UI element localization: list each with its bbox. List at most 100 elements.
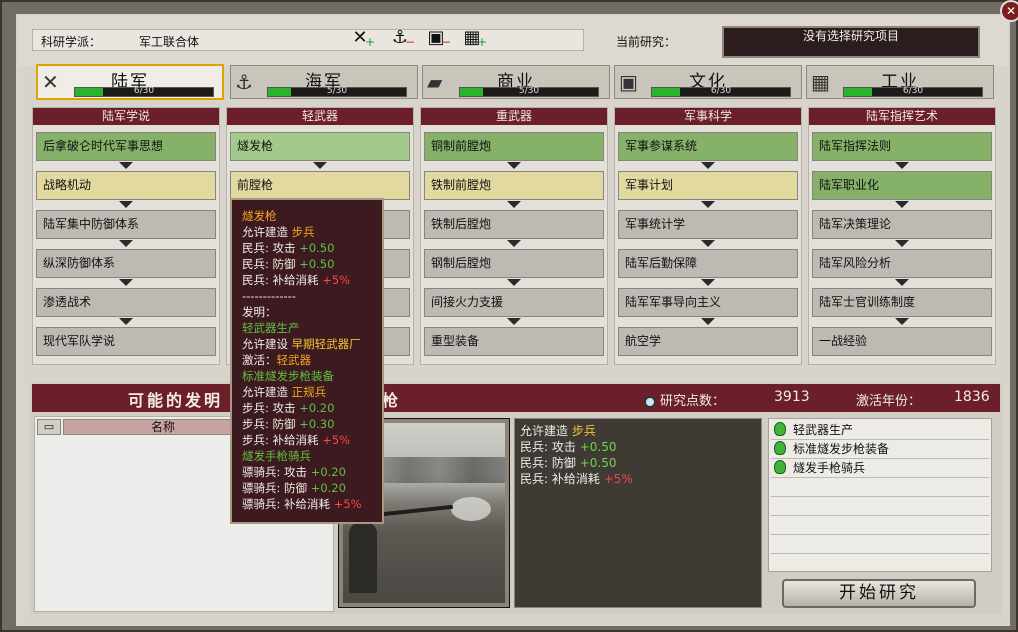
tab-navy[interactable]: ⚓ 海军 5/30 — [230, 65, 418, 99]
lightbulb-icon — [774, 422, 786, 436]
list-item[interactable]: 轻武器生产 — [771, 421, 989, 440]
tech-item[interactable]: 陆军士官训练制度 — [812, 288, 992, 317]
tooltip-line: 步兵: 攻击 +0.20 — [242, 401, 335, 415]
research-window: 科研学派： 军工联合体 ✕ + ⚓ − ▣ − ▦ + 当前研究： 没有选择研究项目 ✕… — [0, 0, 1018, 632]
tech-item[interactable]: 渗透战术 — [36, 288, 216, 317]
tech-item[interactable]: 间接火力支援 — [424, 288, 604, 317]
tab-culture[interactable]: ▣ 文化 6/30 — [614, 65, 802, 99]
book-cancel-icon[interactable]: ▣ − — [423, 26, 451, 50]
anchor-remove-icon[interactable]: ⚓ − — [387, 26, 415, 50]
progress-bar: 6/30 — [843, 86, 983, 97]
research-points-label: 研究点数： — [644, 390, 725, 409]
progress-bar: 5/30 — [459, 86, 599, 97]
tech-item[interactable]: 燧发枪 — [230, 132, 410, 161]
tooltip-invention-name: 燧发手枪骑兵 — [242, 449, 311, 463]
tooltip-line: 民兵: 防御 +0.50 — [242, 257, 335, 271]
arrow-down-icon — [119, 318, 133, 325]
invention-header-bar: 可能的发明 枪 研究点数： 3913 激活年份： 1836 — [32, 384, 1000, 412]
tooltip-invention-name: 轻武器生产 — [242, 321, 300, 335]
tech-item[interactable]: 陆军军事导向主义 — [618, 288, 798, 317]
list-item[interactable]: 燧发手枪骑兵 — [771, 459, 989, 478]
tech-item[interactable]: 军事参谋系统 — [618, 132, 798, 161]
tech-item[interactable]: 陆军后勤保障 — [618, 249, 798, 278]
activation-year-label: 激活年份： — [856, 394, 922, 409]
tooltip-line: 民兵: 补给消耗 +5% — [242, 273, 351, 287]
tab-industry[interactable]: ▦ 工业 6/30 — [806, 65, 994, 99]
research-school-box: 科研学派： 军工联合体 — [32, 29, 584, 51]
tech-item[interactable]: 陆军决策理论 — [812, 210, 992, 239]
arrow-down-icon — [701, 318, 715, 325]
progress-bar: 6/30 — [74, 86, 214, 97]
tech-tooltip: 燧发枪 允许建造 步兵 民兵: 攻击 +0.50 民兵: 防御 +0.50 民兵… — [230, 198, 384, 524]
tech-item[interactable]: 一战经验 — [812, 327, 992, 356]
column-title: 重武器 — [421, 108, 607, 125]
tooltip-line: 步兵: 补给消耗 +5% — [242, 433, 351, 447]
tech-item[interactable]: 军事统计学 — [618, 210, 798, 239]
tooltip-line: 骠骑兵: 补给消耗 +5% — [242, 497, 362, 511]
tech-item[interactable]: 铁制前膛炮 — [424, 171, 604, 200]
tech-item[interactable]: 铁制后膛炮 — [424, 210, 604, 239]
tooltip-separator: ------------- — [242, 289, 296, 303]
tech-item[interactable]: 航空学 — [618, 327, 798, 356]
tech-item[interactable]: 纵深防御体系 — [36, 249, 216, 278]
tech-item[interactable]: 陆军风险分析 — [812, 249, 992, 278]
tab-commerce[interactable]: ▰ 商业 5/30 — [422, 65, 610, 99]
tech-item[interactable]: 重型装备 — [424, 327, 604, 356]
tooltip-line: 允许建设 早期轻武器厂 — [242, 337, 361, 351]
arrow-down-icon — [507, 279, 521, 286]
tooltip-title: 燧发枪 — [242, 209, 277, 223]
column-military-science: 军事科学 军事参谋系统 军事计划 军事统计学 陆军后勤保障 陆军军事导向主义 航… — [614, 107, 802, 365]
arrow-down-icon — [701, 240, 715, 247]
arrow-down-icon — [507, 240, 521, 247]
start-research-button[interactable]: 开始研究 — [782, 579, 976, 608]
tech-effects-panel: 允许建造 步兵 民兵: 攻击 +0.50 民兵: 防御 +0.50 民兵: 补给… — [514, 418, 762, 608]
arrow-down-icon — [119, 240, 133, 247]
tooltip-line: 步兵: 防御 +0.30 — [242, 417, 335, 431]
progress-text: 6/30 — [133, 86, 155, 96]
column-army-leadership: 陆军指挥艺术 陆军指挥法则 陆军职业化 陆军决策理论 陆军风险分析 陆军士官训练… — [808, 107, 996, 365]
close-button[interactable]: ✕ — [1000, 0, 1018, 22]
tech-item[interactable]: 钢制后膛炮 — [424, 249, 604, 278]
tooltip-line: 激活：轻武器 — [242, 353, 311, 367]
list-item-empty — [771, 478, 989, 497]
current-research-label: 当前研究： — [616, 35, 677, 49]
tech-item[interactable]: 前膛枪 — [230, 171, 410, 200]
tech-item[interactable]: 陆军指挥法则 — [812, 132, 992, 161]
tech-item[interactable]: 现代军队学说 — [36, 327, 216, 356]
progress-bar: 5/30 — [267, 86, 407, 97]
tech-item[interactable]: 铜制前膛炮 — [424, 132, 604, 161]
school-value: 军工联合体 — [139, 35, 200, 49]
tooltip-line: 允许建造 正规兵 — [242, 385, 327, 399]
tech-item[interactable]: 陆军集中防御体系 — [36, 210, 216, 239]
selected-tech-title: 枪 — [382, 391, 399, 410]
arrow-down-icon — [701, 162, 715, 169]
activation-year-value: 1836 — [954, 389, 990, 405]
progress-text: 6/30 — [710, 86, 732, 96]
arrow-down-icon — [895, 201, 909, 208]
unlocked-inventions-list: 轻武器生产 标准燧发步枪装备 燧发手枪骑兵 — [768, 418, 992, 572]
column-title: 轻武器 — [227, 108, 413, 125]
factory-add-icon[interactable]: ▦ + — [459, 26, 487, 50]
tech-item[interactable]: 陆军职业化 — [812, 171, 992, 200]
school-label: 科研学派： — [41, 35, 102, 49]
list-item[interactable]: 标准燧发步枪装备 — [771, 440, 989, 459]
tech-item[interactable]: 战略机动 — [36, 171, 216, 200]
column-title: 军事科学 — [615, 108, 801, 125]
progress-text: 5/30 — [518, 86, 540, 96]
tech-item[interactable]: 军事计划 — [618, 171, 798, 200]
folder-icon[interactable]: ▭ — [37, 419, 61, 435]
arrow-down-icon — [895, 279, 909, 286]
crossed-rifles-add-icon[interactable]: ✕ + — [347, 26, 375, 50]
tab-army[interactable]: ✕ 陆军 6/30 — [36, 64, 224, 100]
column-title: 陆军学说 — [33, 108, 219, 125]
arrow-down-icon — [507, 318, 521, 325]
arrow-down-icon — [701, 279, 715, 286]
column-title: 陆军指挥艺术 — [809, 108, 995, 125]
tooltip-line: 民兵: 攻击 +0.50 — [242, 241, 335, 255]
current-research-box[interactable]: 没有选择研究项目 — [722, 26, 980, 58]
arrow-down-icon — [313, 162, 327, 169]
tech-item[interactable]: 后拿破仑时代军事思想 — [36, 132, 216, 161]
list-item-empty — [771, 497, 989, 516]
tooltip-invention-name: 标准燧发步枪装备 — [242, 369, 334, 383]
arrow-down-icon — [119, 279, 133, 286]
